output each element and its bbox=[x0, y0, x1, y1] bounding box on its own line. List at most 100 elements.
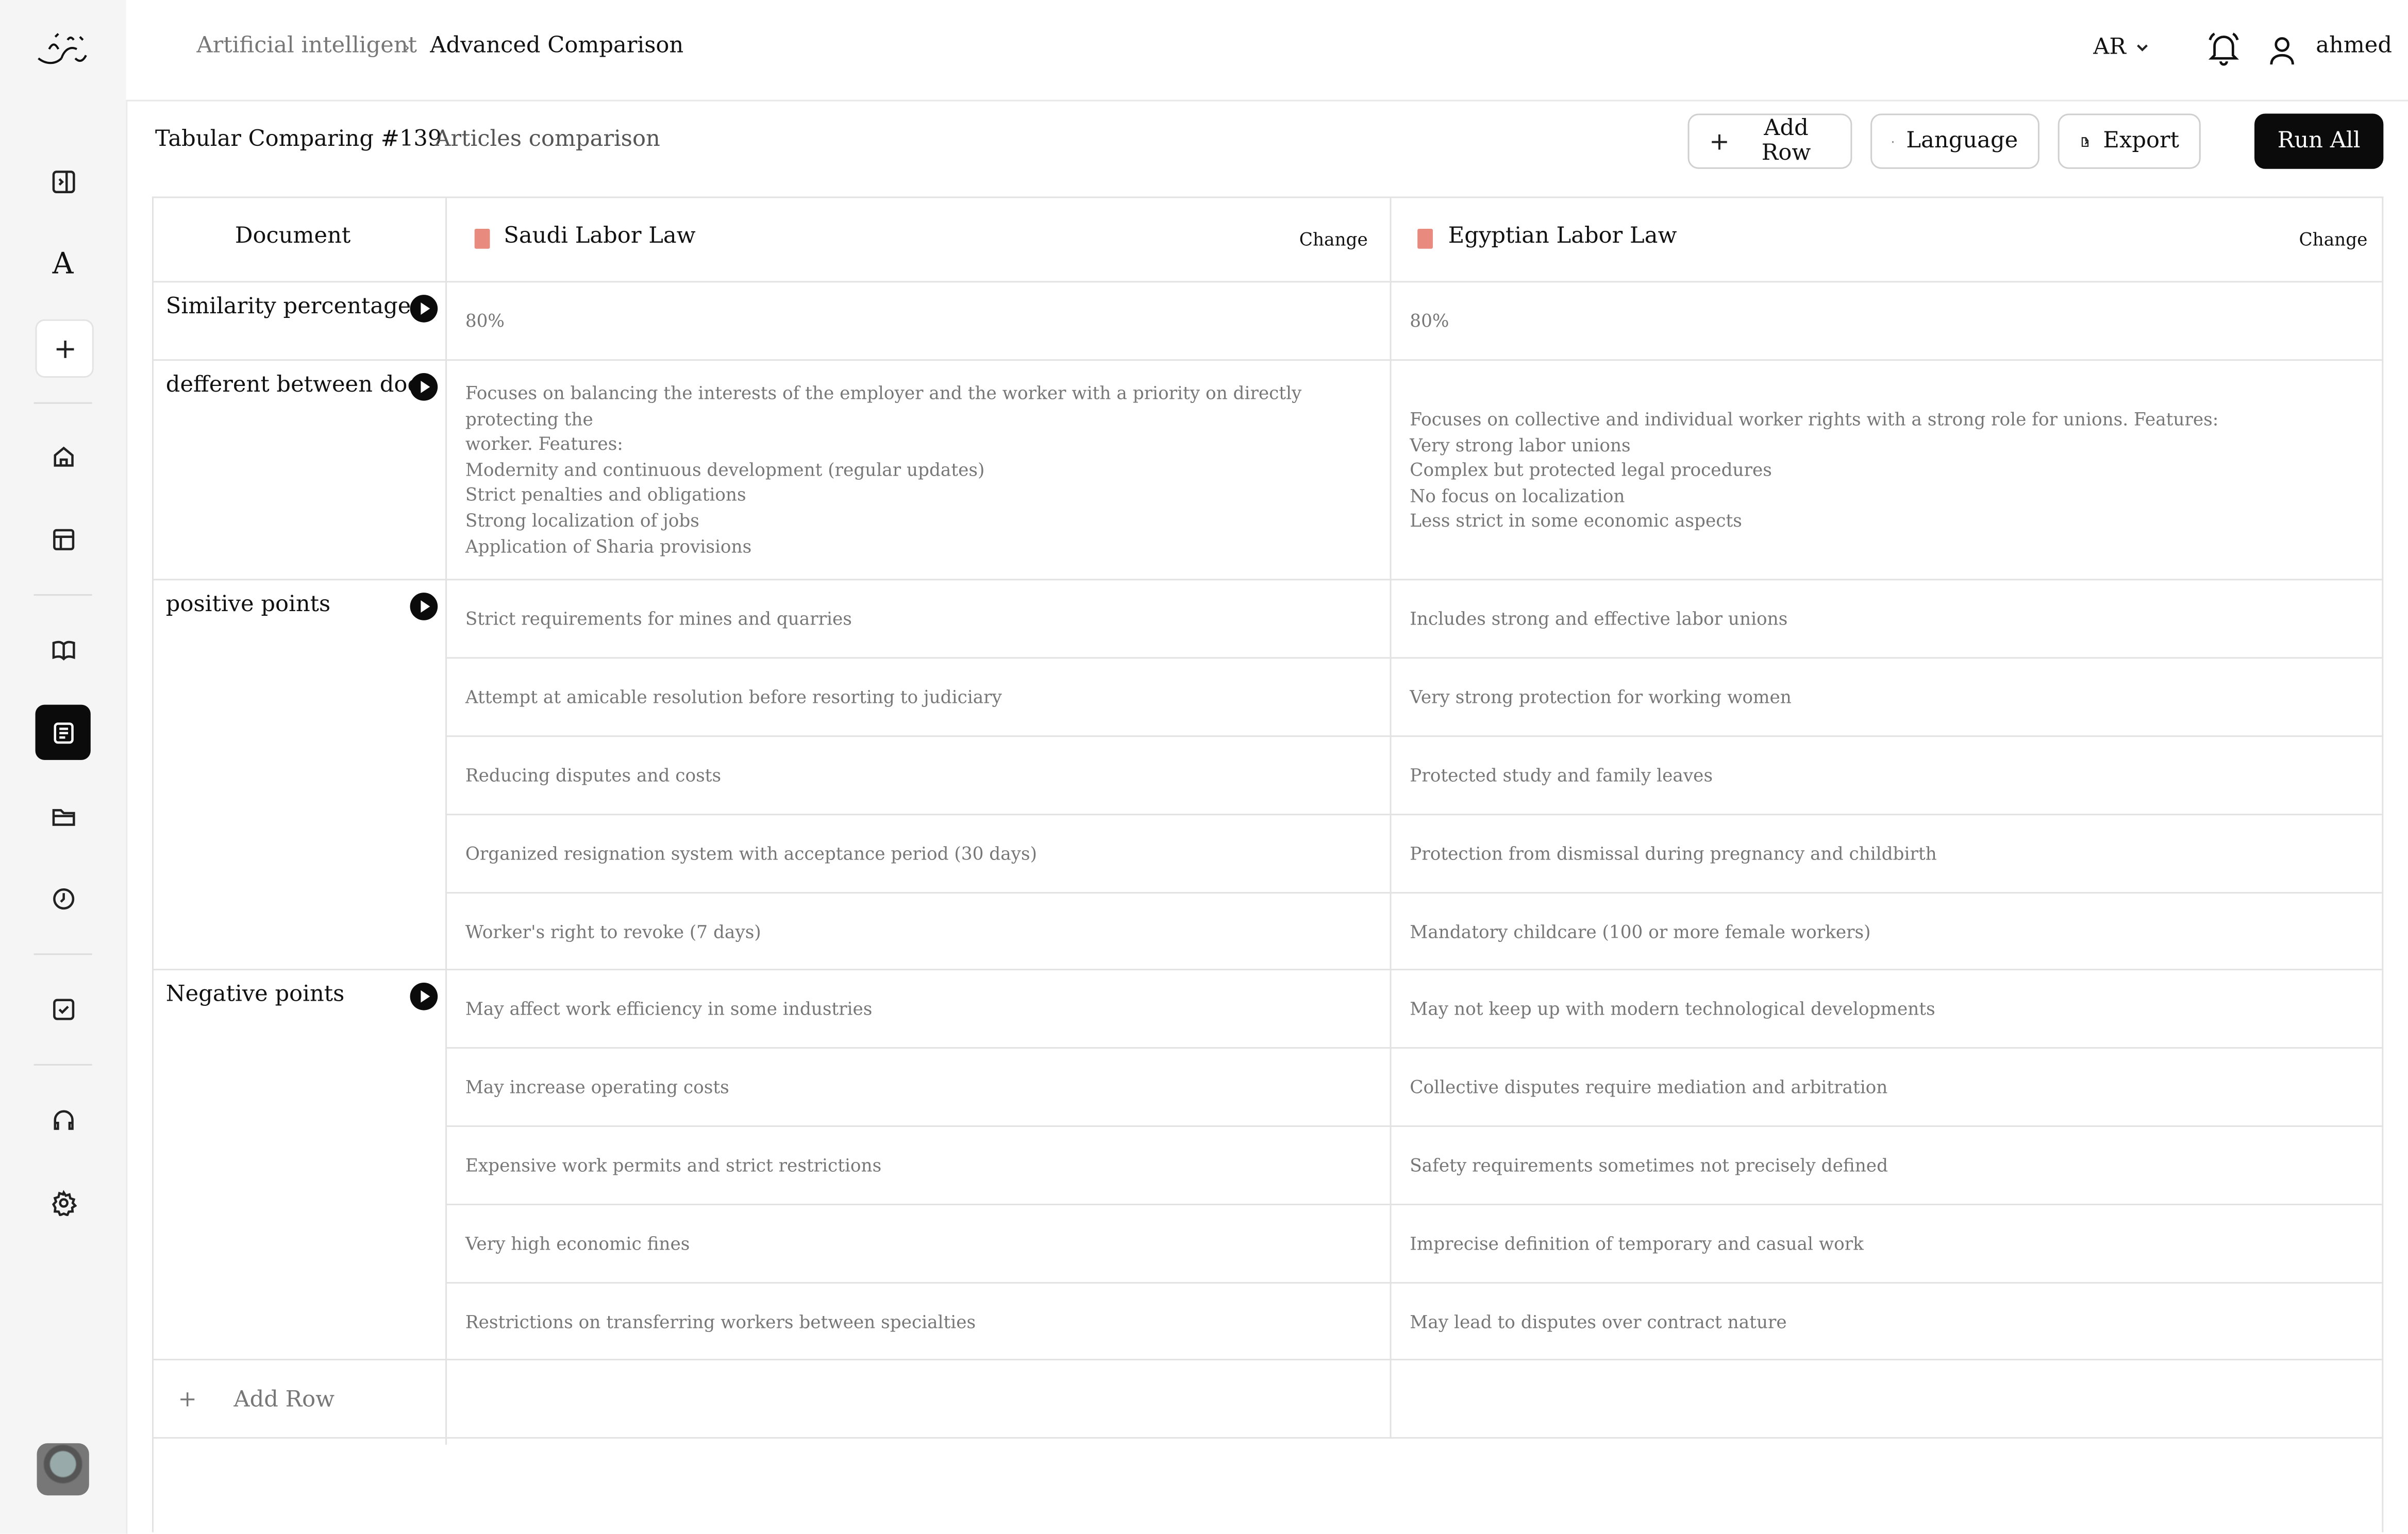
sidebar-collapse-icon bbox=[52, 170, 75, 193]
language-label: AR bbox=[2093, 35, 2126, 60]
row-divider bbox=[445, 814, 2382, 816]
cell-value: Mandatory childcare (100 or more female … bbox=[1410, 921, 1871, 943]
sidebar-collapse-button[interactable] bbox=[36, 154, 91, 209]
comparison-table: Document Saudi Labor Law Change Egyptian… bbox=[152, 196, 2384, 1532]
row-label: positive points bbox=[165, 593, 331, 617]
plus-icon bbox=[1712, 133, 1727, 149]
sidebar-divider bbox=[34, 953, 92, 955]
cell-line: Modernity and continuous development (re… bbox=[465, 459, 985, 480]
cell-value: Protected study and family leaves bbox=[1410, 764, 1713, 786]
home-icon bbox=[53, 446, 73, 466]
add-row-button[interactable]: Add Row bbox=[1687, 113, 1852, 169]
sidebar-item-tasks[interactable] bbox=[36, 981, 91, 1036]
plus-icon: + bbox=[178, 1388, 197, 1413]
sidebar-item-comparison[interactable] bbox=[35, 704, 91, 760]
row-divider bbox=[153, 1358, 2382, 1360]
export-button[interactable]: Export bbox=[2058, 113, 2201, 169]
cell-line: Strict penalties and obligations bbox=[465, 484, 746, 506]
column-divider bbox=[1390, 198, 1392, 1439]
play-icon[interactable] bbox=[410, 295, 438, 323]
change-document-button[interactable]: Change bbox=[1299, 229, 1368, 250]
row-divider bbox=[153, 579, 2382, 581]
row-divider bbox=[445, 1204, 2382, 1205]
row-divider bbox=[445, 1282, 2382, 1284]
sidebar-item-files[interactable] bbox=[36, 788, 91, 843]
cell-value: Imprecise definition of temporary and ca… bbox=[1410, 1233, 1864, 1255]
pdf-icon bbox=[1417, 228, 1433, 249]
sidebar-item-support[interactable] bbox=[36, 1091, 91, 1147]
cell-value: May not keep up with modern technologica… bbox=[1410, 998, 1935, 1020]
change-document-button[interactable]: Change bbox=[2299, 229, 2367, 250]
cell-line: No focus on localization bbox=[1410, 484, 1625, 507]
language-switcher[interactable]: AR bbox=[2093, 36, 2150, 60]
cell-line: Less strict in some economic aspects bbox=[1410, 510, 1742, 532]
breadcrumb-current: Advanced Comparison bbox=[430, 33, 684, 59]
cell-value: Strict requirements for mines and quarri… bbox=[465, 608, 852, 630]
gear-icon bbox=[51, 1189, 76, 1216]
cell-line: worker. Features: bbox=[465, 433, 623, 455]
row-divider bbox=[153, 359, 2382, 361]
book-icon bbox=[52, 640, 75, 660]
breadcrumb-parent[interactable]: Artificial intelligent bbox=[196, 34, 417, 59]
top-bar: Artificial intelligent › Advanced Compar… bbox=[126, 0, 2408, 102]
row-divider bbox=[445, 1047, 2382, 1049]
sidebar-item-settings[interactable] bbox=[36, 1174, 91, 1229]
sidebar-item-library[interactable] bbox=[36, 622, 91, 677]
cell-value: May affect work efficiency in some indus… bbox=[465, 998, 873, 1020]
document-column-header: Document bbox=[235, 224, 351, 249]
row-divider bbox=[153, 969, 2382, 971]
headset-icon bbox=[53, 1109, 73, 1130]
cell-value: Focuses on balancing the interests of th… bbox=[465, 381, 1372, 559]
cell-value: Restrictions on transferring workers bet… bbox=[465, 1311, 976, 1333]
avatar[interactable] bbox=[37, 1443, 89, 1496]
cell-value: Focuses on collective and individual wor… bbox=[1410, 407, 2362, 534]
row-label: defferent between docs bbox=[165, 373, 431, 398]
comparison-toolbar: Tabular Comparing #139 Articles comparis… bbox=[126, 102, 2408, 197]
cell-value: Attempt at amicable resolution before re… bbox=[465, 686, 1002, 708]
cell-value: Includes strong and effective labor unio… bbox=[1410, 608, 1788, 630]
row-divider bbox=[153, 1437, 2382, 1439]
pdf-icon bbox=[474, 228, 490, 249]
chevron-down-icon bbox=[2137, 44, 2149, 52]
document-name: Saudi Labor Law bbox=[504, 224, 696, 249]
app-root: A Artificial intelligent › Advanced Comp… bbox=[0, 0, 2408, 1534]
bell-icon[interactable] bbox=[2205, 29, 2243, 69]
cell-value: Reducing disputes and costs bbox=[465, 764, 722, 786]
run-all-button[interactable]: Run All bbox=[2254, 113, 2384, 169]
row-divider bbox=[445, 892, 2382, 894]
comparison-subtitle[interactable]: Articles comparison bbox=[434, 127, 660, 152]
sidebar-item-tables[interactable] bbox=[36, 511, 91, 566]
language-button[interactable]: Language bbox=[1870, 113, 2039, 169]
cell-line: Application of Sharia provisions bbox=[465, 535, 752, 557]
sidebar-divider bbox=[34, 1064, 92, 1066]
column-divider bbox=[445, 198, 447, 1445]
sidebar-item-home[interactable] bbox=[36, 428, 91, 483]
add-row-inline-button[interactable]: + Add Row bbox=[178, 1388, 335, 1413]
export-icon bbox=[2081, 136, 2089, 146]
user-icon[interactable] bbox=[2268, 34, 2296, 68]
cell-value: Very strong protection for working women bbox=[1410, 686, 1792, 708]
play-icon[interactable] bbox=[410, 373, 438, 401]
sidebar-item-history[interactable] bbox=[36, 870, 91, 925]
username[interactable]: ahmed bbox=[2316, 34, 2392, 59]
cell-value: Collective disputes require mediation an… bbox=[1410, 1076, 1888, 1098]
cell-value: Expensive work permits and strict restri… bbox=[465, 1154, 882, 1176]
sidebar: A bbox=[0, 0, 128, 1534]
sidebar-divider bbox=[34, 594, 92, 596]
document-name: Egyptian Labor Law bbox=[1448, 224, 1677, 249]
cell-value: Safety requirements sometimes not precis… bbox=[1410, 1154, 1888, 1176]
clock-icon bbox=[52, 887, 74, 909]
brand-logo bbox=[38, 33, 87, 64]
font-button[interactable]: A bbox=[36, 237, 91, 292]
folder-icon bbox=[52, 808, 75, 825]
add-row-inline-label: Add Row bbox=[233, 1388, 335, 1413]
cell-line: Focuses on balancing the interests of th… bbox=[465, 382, 1302, 430]
new-item-button[interactable] bbox=[35, 319, 94, 378]
run-all-label: Run All bbox=[2277, 129, 2361, 154]
cell-value: May lead to disputes over contract natur… bbox=[1410, 1311, 1787, 1333]
play-icon[interactable] bbox=[410, 982, 438, 1010]
export-button-label: Export bbox=[2103, 129, 2180, 154]
row-divider bbox=[445, 1125, 2382, 1127]
play-icon[interactable] bbox=[410, 593, 438, 620]
language-button-label: Language bbox=[1906, 129, 2018, 154]
